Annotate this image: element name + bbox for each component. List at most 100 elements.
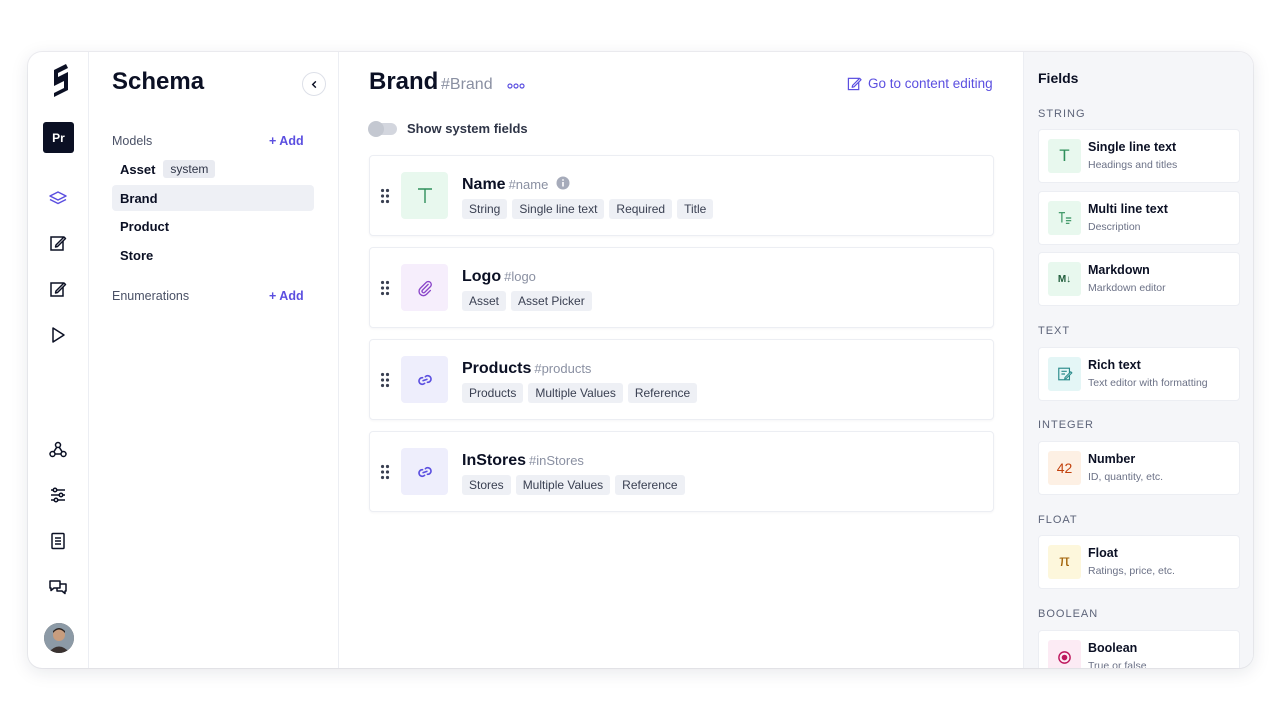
- drag-handle-icon[interactable]: [380, 464, 390, 485]
- hygraph-logo-icon[interactable]: [46, 62, 72, 100]
- model-item-label: Store: [120, 247, 154, 263]
- field-tag: Asset Picker: [511, 291, 592, 311]
- drag-handle-icon[interactable]: [380, 372, 390, 393]
- docs-icon[interactable]: [47, 530, 69, 552]
- add-enumeration-button[interactable]: + Add: [269, 289, 304, 303]
- project-initials: Pr: [52, 130, 65, 145]
- field-type-number[interactable]: 42 Number ID, quantity, etc.: [1038, 441, 1240, 495]
- field-tag: Title: [677, 199, 714, 219]
- info-icon[interactable]: [556, 176, 570, 190]
- field-type-desc: Headings and titles: [1088, 159, 1178, 171]
- model-item-product[interactable]: Product: [112, 213, 314, 239]
- field-card-products[interactable]: Products #products Products Multiple Valu…: [369, 339, 994, 420]
- schema-icon[interactable]: [47, 188, 69, 210]
- settings-sliders-icon[interactable]: [47, 484, 69, 506]
- content-review-icon[interactable]: [47, 278, 69, 300]
- go-to-content-editing-link[interactable]: Go to content editing: [847, 76, 993, 91]
- field-type-desc: True or false: [1088, 660, 1147, 668]
- playground-play-icon[interactable]: [47, 324, 69, 346]
- user-avatar[interactable]: [44, 623, 74, 653]
- field-type-multi-line-text[interactable]: Multi line text Description: [1038, 191, 1240, 245]
- model-item-brand[interactable]: Brand: [112, 185, 314, 211]
- field-type-desc: Ratings, price, etc.: [1088, 565, 1175, 577]
- field-type-desc: Description: [1088, 221, 1141, 233]
- field-type-name: Float: [1088, 546, 1118, 560]
- field-tags: Products Multiple Values Reference: [462, 383, 698, 403]
- field-tags: String Single line text Required Title: [462, 199, 714, 219]
- field-tags: Stores Multiple Values Reference: [462, 475, 685, 495]
- field-types-panel: Fields STRING T Single line text Heading…: [1023, 52, 1253, 668]
- multi-line-text-icon: [1048, 201, 1081, 235]
- field-card-logo[interactable]: Logo #logo Asset Asset Picker: [369, 247, 994, 328]
- attachment-paperclip-icon: [401, 264, 448, 311]
- category-label-text: TEXT: [1038, 325, 1071, 337]
- field-type-rich-text[interactable]: Rich text Text editor with formatting: [1038, 347, 1240, 401]
- category-label-integer: INTEGER: [1038, 419, 1094, 431]
- show-system-fields-label: Show system fields: [407, 121, 528, 136]
- field-type-markdown[interactable]: M↓ Markdown Markdown editor: [1038, 252, 1240, 306]
- schema-title: Schema: [112, 68, 205, 95]
- field-tag: Products: [462, 383, 524, 403]
- model-editor: Brand #Brand Go to content editing Show …: [339, 52, 1022, 668]
- drag-handle-icon[interactable]: [380, 280, 390, 301]
- field-type-name: Markdown: [1088, 263, 1150, 277]
- number-icon: 42: [1048, 451, 1081, 485]
- pi-icon: π: [1048, 545, 1081, 579]
- field-type-desc: ID, quantity, etc.: [1088, 471, 1164, 483]
- app-window: Pr Schema Models + Add Asset system Bran…: [28, 52, 1253, 668]
- drag-handle-icon[interactable]: [380, 188, 390, 209]
- single-line-text-icon: T: [1048, 139, 1081, 173]
- field-card-name[interactable]: Name #name String Single line text Requir…: [369, 155, 994, 236]
- field-name-label: InStores: [462, 452, 527, 469]
- single-line-text-icon: [401, 172, 448, 219]
- field-name-label: Name: [462, 176, 506, 193]
- content-edit-icon[interactable]: [47, 232, 69, 254]
- add-model-button[interactable]: + Add: [269, 134, 304, 148]
- show-system-fields-toggle[interactable]: [368, 121, 397, 137]
- model-title: Brand: [369, 68, 439, 95]
- collapse-sidebar-button[interactable]: [302, 72, 326, 96]
- field-api-id: #inStores: [529, 453, 584, 468]
- category-label-float: FLOAT: [1038, 514, 1078, 526]
- field-type-name: Multi line text: [1088, 202, 1168, 216]
- field-type-boolean[interactable]: Boolean True or false: [1038, 630, 1240, 668]
- project-avatar[interactable]: Pr: [43, 122, 74, 153]
- webhooks-icon[interactable]: [47, 439, 69, 461]
- edit-icon: [847, 77, 862, 91]
- field-tags: Asset Asset Picker: [462, 291, 592, 311]
- reference-link-icon: [401, 448, 448, 495]
- field-type-name: Rich text: [1088, 358, 1141, 372]
- enumerations-section-label: Enumerations: [112, 289, 190, 303]
- field-tag: Reference: [615, 475, 685, 495]
- model-item-asset[interactable]: Asset system: [112, 156, 314, 182]
- chevron-left-icon: [311, 80, 316, 88]
- field-name-label: Logo: [462, 268, 502, 285]
- field-type-desc: Text editor with formatting: [1088, 377, 1208, 389]
- field-name: InStores #inStores: [462, 452, 584, 470]
- more-options-icon[interactable]: [507, 77, 525, 95]
- field-card-instores[interactable]: InStores #inStores Stores Multiple Values…: [369, 431, 994, 512]
- field-tag: Stores: [462, 475, 511, 495]
- category-label-boolean: BOOLEAN: [1038, 608, 1099, 620]
- boolean-radio-icon: [1048, 640, 1081, 668]
- field-tag: Reference: [627, 383, 698, 403]
- field-tag: String: [462, 199, 508, 219]
- field-type-name: Single line text: [1088, 140, 1177, 154]
- model-item-label: Brand: [120, 190, 158, 206]
- field-type-float[interactable]: π Float Ratings, price, etc.: [1038, 535, 1240, 589]
- model-item-store[interactable]: Store: [112, 242, 314, 268]
- chat-support-icon[interactable]: [47, 576, 69, 598]
- system-badge: system: [163, 160, 216, 178]
- field-api-id: #products: [534, 361, 592, 376]
- field-api-id: #logo: [504, 269, 536, 284]
- field-name-label: Products: [462, 360, 532, 377]
- category-label-string: STRING: [1038, 108, 1086, 120]
- field-type-name: Boolean: [1088, 641, 1138, 655]
- reference-link-icon: [401, 356, 448, 403]
- field-type-single-line-text[interactable]: T Single line text Headings and titles: [1038, 129, 1240, 183]
- markdown-icon: M↓: [1048, 262, 1081, 296]
- model-api-id: #Brand: [441, 76, 493, 93]
- field-name: Logo #logo: [462, 268, 536, 286]
- field-tag: Multiple Values: [515, 475, 611, 495]
- schema-sidebar: Schema Models + Add Asset system Brand P…: [89, 52, 339, 668]
